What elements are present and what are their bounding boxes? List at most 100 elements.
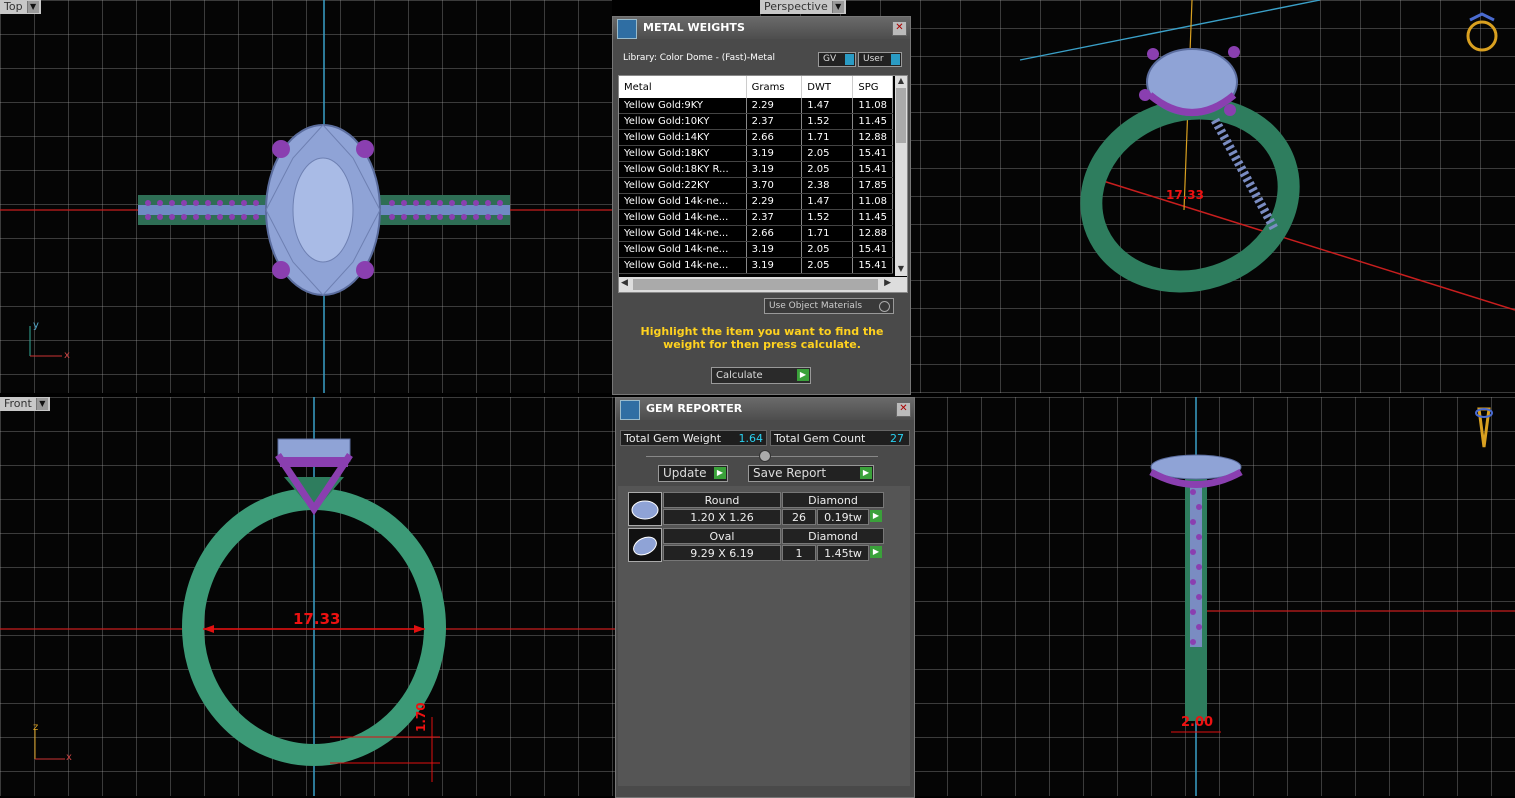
side-view-model [1149, 397, 1515, 796]
axis-y-label: y [33, 320, 39, 331]
panel-title: GEM REPORTER [646, 402, 743, 415]
table-row[interactable]: Yellow Gold 14k-ne... 2.37 1.52 11.45 [619, 209, 893, 226]
toggle-icon [845, 54, 854, 65]
scroll-up-icon[interactable]: ▲ [895, 76, 907, 88]
table-row[interactable]: Yellow Gold 14k-ne... 3.19 2.05 15.41 [619, 257, 893, 274]
scrollbar-thumb[interactable] [896, 88, 906, 143]
cell-spg: 11.45 [852, 209, 893, 226]
divider-handle-icon[interactable] [759, 450, 771, 462]
round-gem-icon [628, 492, 662, 526]
close-icon[interactable]: ✕ [892, 21, 907, 36]
column-header-spg[interactable]: SPG [852, 76, 893, 98]
calculate-label: Calculate [716, 370, 763, 381]
total-gem-weight-field: Total Gem Weight 1.64 [620, 430, 767, 446]
table-row[interactable]: Yellow Gold:22KY 3.70 2.38 17.85 [619, 177, 893, 194]
gem-reporter-titlebar[interactable]: GEM REPORTER ✕ [616, 398, 914, 420]
table-row[interactable]: Yellow Gold:10KY 2.37 1.52 11.45 [619, 113, 893, 130]
play-icon: ▶ [860, 467, 872, 479]
gv-label: GV [823, 54, 837, 64]
instructions-text: Highlight the item you want to find the … [640, 325, 884, 351]
gem-count: 26 [782, 509, 816, 525]
table-row[interactable]: Yellow Gold:14KY 2.66 1.71 12.88 [619, 129, 893, 146]
cell-metal: Yellow Gold 14k-ne... [619, 241, 747, 258]
gem-list: Round Diamond 1.20 X 1.26 26 0.19tw ▶ Ov… [618, 486, 910, 786]
update-label: Update [663, 466, 707, 480]
gem-reporter-panel: GEM REPORTER ✕ Total Gem Weight 1.64 Tot… [615, 397, 915, 798]
cell-metal: Yellow Gold:22KY [619, 177, 747, 194]
cell-grams: 2.37 [746, 209, 803, 226]
table-row[interactable]: Yellow Gold:18KY 3.19 2.05 15.41 [619, 145, 893, 162]
table-row[interactable]: Yellow Gold:9KY 2.29 1.47 11.08 [619, 98, 893, 114]
scroll-down-icon[interactable]: ▼ [895, 264, 907, 276]
top-viewport[interactable]: Top ▼ y x [0, 0, 612, 393]
ring-diameter-label: 17.33 [293, 610, 341, 628]
calculate-button[interactable]: Calculate ▶ [711, 367, 811, 384]
total-gem-count-label: Total Gem Count [774, 432, 866, 445]
update-button[interactable]: Update ▶ [658, 465, 728, 482]
gem-row-oval[interactable]: Oval Diamond 9.29 X 6.19 1 1.45tw ▶ [628, 528, 884, 562]
gem-row-round[interactable]: Round Diamond 1.20 X 1.26 26 0.19tw ▶ [628, 492, 884, 526]
metal-table-container[interactable]: Metal Grams DWT SPG Yellow Gold:9KY 2.29 1… [618, 75, 908, 293]
cell-spg: 15.41 [852, 145, 893, 162]
close-icon[interactable]: ✕ [896, 402, 911, 417]
cell-dwt: 2.38 [801, 177, 854, 194]
scrollbar-thumb[interactable] [633, 279, 878, 290]
vertical-scrollbar[interactable]: ▲ ▼ [895, 76, 907, 276]
total-gem-weight-label: Total Gem Weight [624, 432, 722, 445]
cell-spg: 15.41 [852, 241, 893, 258]
metal-table: Metal Grams DWT SPG Yellow Gold:9KY 2.29 1… [619, 76, 893, 274]
cell-metal: Yellow Gold:18KY [619, 145, 747, 162]
cell-grams: 2.66 [746, 129, 803, 146]
use-object-materials-toggle[interactable]: Use Object Materials [764, 298, 894, 314]
total-gem-count-field: Total Gem Count 27 [770, 430, 910, 446]
library-label: Library: Color Dome - (Fast)-Metal [623, 53, 775, 63]
table-row[interactable]: Yellow Gold 14k-ne... 2.66 1.71 12.88 [619, 225, 893, 242]
table-row[interactable]: Yellow Gold 14k-ne... 3.19 2.05 15.41 [619, 241, 893, 258]
column-header-grams[interactable]: Grams [746, 76, 803, 98]
side-viewport[interactable]: 2.00 [913, 397, 1515, 796]
scroll-right-icon[interactable]: ▶ [884, 278, 891, 288]
play-icon[interactable]: ▶ [870, 546, 882, 558]
cell-dwt: 1.71 [801, 129, 854, 146]
top-view-model [0, 0, 612, 393]
cell-dwt: 2.05 [801, 161, 854, 178]
cell-spg: 11.08 [852, 193, 893, 210]
table-row[interactable]: Yellow Gold 14k-ne... 2.29 1.47 11.08 [619, 193, 893, 210]
front-viewport[interactable]: Front ▼ 17.33 1.70 z x [0, 397, 617, 796]
cell-grams: 3.19 [746, 257, 803, 274]
user-toggle[interactable]: User [858, 52, 902, 67]
cell-spg: 12.88 [852, 129, 893, 146]
scroll-left-icon[interactable]: ◀ [621, 278, 628, 288]
horizontal-scrollbar[interactable]: ◀ ▶ [619, 277, 907, 292]
cell-grams: 2.66 [746, 225, 803, 242]
perspective-dimension-label: 17.33 [1166, 188, 1204, 202]
cell-dwt: 1.52 [801, 113, 854, 130]
radio-icon [879, 301, 890, 312]
gv-toggle[interactable]: GV [818, 52, 856, 67]
cell-metal: Yellow Gold 14k-ne... [619, 209, 747, 226]
table-row[interactable]: Yellow Gold:18KY R... 3.19 2.05 15.41 [619, 161, 893, 178]
metal-weights-titlebar[interactable]: METAL WEIGHTS ✕ [613, 17, 910, 39]
column-header-dwt[interactable]: DWT [801, 76, 854, 98]
cell-spg: 12.88 [852, 225, 893, 242]
cell-grams: 2.29 [746, 193, 803, 210]
cell-grams: 3.19 [746, 145, 803, 162]
play-icon[interactable]: ▶ [870, 510, 882, 522]
column-header-metal[interactable]: Metal [619, 76, 747, 98]
gem-size: 1.20 X 1.26 [663, 509, 781, 525]
gem-weight: 1.45tw [817, 545, 869, 561]
gem-material: Diamond [782, 492, 884, 508]
table-header: Metal Grams DWT SPG [619, 76, 893, 98]
cell-dwt: 2.05 [801, 257, 854, 274]
cell-grams: 3.19 [746, 241, 803, 258]
total-gem-weight-value: 1.64 [738, 432, 764, 445]
cell-grams: 2.29 [746, 98, 803, 114]
cell-metal: Yellow Gold:10KY [619, 113, 747, 130]
cell-dwt: 1.71 [801, 225, 854, 242]
cell-dwt: 1.47 [801, 98, 854, 114]
cell-metal: Yellow Gold 14k-ne... [619, 193, 747, 210]
panel-title: METAL WEIGHTS [643, 21, 745, 34]
cell-grams: 3.70 [746, 177, 803, 194]
metal-weights-logo-icon [617, 19, 637, 39]
save-report-button[interactable]: Save Report ▶ [748, 465, 874, 482]
